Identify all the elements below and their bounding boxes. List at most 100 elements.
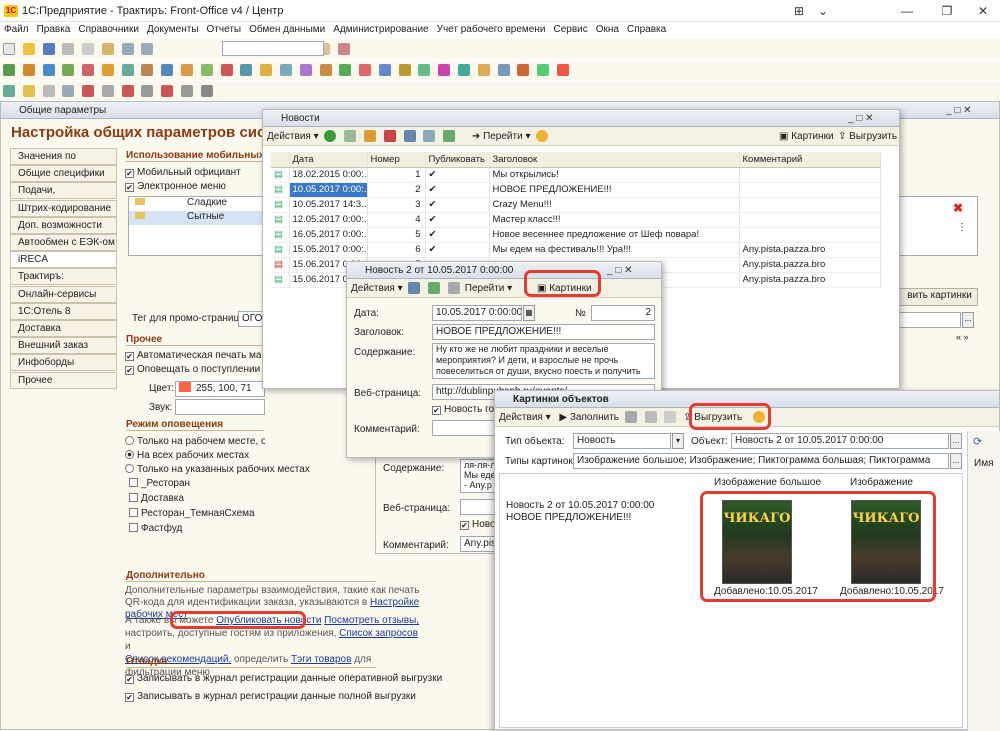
radio-only-this[interactable]: Только на рабочем месте, осущ [125,436,265,447]
tab-item[interactable]: Прочее [10,371,117,389]
pics-fill-button[interactable]: ▶ Заполнить [559,412,619,423]
workplace-checkbox[interactable]: Фастфуд [129,523,182,534]
col-date[interactable]: Дата [289,152,368,168]
tool-icon[interactable] [121,85,134,97]
grid-icon[interactable]: ⊞ [788,2,810,20]
tool-icon[interactable] [181,85,194,97]
workplace-checkbox[interactable]: _Ресторан [129,478,190,489]
tool-icon[interactable] [398,64,411,76]
groups-list[interactable]: Сладкие Сытные [128,196,263,256]
tool-icon[interactable] [200,85,213,97]
tool-icon[interactable] [22,85,35,97]
picture-kinds-dots-button[interactable]: ... [950,453,962,469]
tab-item[interactable]: Трактиръ: Аналитика [10,268,117,297]
pics-actions-menu[interactable]: Действия ▾ [499,412,551,423]
col-publish[interactable]: Публиковать [425,152,490,168]
filter-clear-icon[interactable] [423,130,436,142]
maximize-button[interactable]: ❐ [936,2,958,20]
tab-item[interactable]: Онлайн-сервисы [10,285,117,303]
open-folder-icon[interactable] [22,43,35,55]
menu-item[interactable]: Учет рабочего времени [433,22,550,37]
toolbar-search-input[interactable] [222,41,324,56]
tab-item[interactable]: Инфоборды [10,354,117,372]
tool-icon[interactable] [378,64,391,76]
tab-item[interactable]: Автообмен с ЕЭК-ом [10,234,117,251]
col-comment[interactable]: Комментарий [739,152,881,168]
tab-item[interactable]: Внешний заказ [10,337,117,355]
copy-icon[interactable] [82,43,95,55]
tab-item[interactable]: Подачи, подтверждения [10,182,117,211]
auto-print-checkbox[interactable]: ✔ Автоматическая печать марок [125,350,277,361]
object-input[interactable]: Новость 2 от 10.05.2017 0:00:00 [731,433,949,449]
table-row[interactable]: ▤ 10.05.2017 14:3... 3 ✔ Crazy Menu!!! [271,197,881,213]
sound-input[interactable] [175,399,265,415]
image-icon[interactable] [644,411,657,423]
menu-item[interactable]: Сервис [549,22,591,37]
tool-icon[interactable] [3,85,15,97]
window-controls[interactable]: _ □ ✕ [946,102,972,119]
add-pictures-button[interactable]: вить картинки [898,288,978,306]
menu-item[interactable]: Правка [33,22,75,37]
tool-icon[interactable] [82,85,95,97]
help-icon[interactable] [536,130,549,142]
refresh-icon[interactable]: ⟳ [973,435,982,448]
edit-icon[interactable] [363,130,376,142]
tool-icon[interactable] [42,85,55,97]
tool-icon[interactable] [101,85,114,97]
filter-icon[interactable] [403,130,416,142]
tool-icon[interactable] [62,64,75,76]
tool-icon[interactable] [101,64,114,76]
menu-item[interactable]: Справка [623,22,670,37]
menu-item[interactable]: Отчеты [203,22,246,37]
publish-checkbox[interactable]: ✔Новость гото [432,404,497,415]
menu-item[interactable]: Справочники [74,22,143,37]
cut-icon[interactable] [62,43,75,55]
tool-icon[interactable] [141,85,154,97]
tool-icon[interactable] [3,64,15,76]
log-operational-checkbox[interactable]: ✔ Записывать в журнал регистрации данные … [125,673,442,684]
notify-orders-checkbox[interactable]: ✔Оповещать о поступлении зака [125,364,263,375]
tool-icon[interactable] [438,64,451,76]
tool-icon[interactable] [240,64,253,76]
object-type-select[interactable]: Новость [573,433,671,449]
menu-item[interactable]: Файл [0,22,33,37]
list-item[interactable]: Сладкие [129,197,262,211]
news-doc-controls[interactable]: _ □ ✕ [607,262,633,279]
news-upload-button[interactable]: ⇪ Выгрузить [838,127,897,146]
save-icon[interactable] [428,282,441,294]
tool-icon[interactable] [42,64,55,76]
tool-icon[interactable] [161,85,174,97]
tool-icon[interactable] [62,85,75,97]
tool-icon[interactable] [121,64,134,76]
tool-icon[interactable] [418,64,431,76]
tool-icon[interactable] [497,64,510,76]
number-input[interactable]: 2 [591,305,655,321]
right-field[interactable] [898,312,961,328]
tool-icon[interactable] [517,64,530,76]
paste-icon[interactable] [101,43,114,55]
menu-item[interactable]: Окна [592,22,623,37]
radio-specified[interactable]: Только на указанных рабочих местах [125,464,310,475]
news-actions-menu[interactable]: Действия ▾ [267,131,319,142]
table-row[interactable]: ▤ 15.05.2017 0:00:... 6 ✔ Мы едем на фестива… [271,242,881,258]
delete-mark-icon[interactable] [383,130,396,142]
tab-item[interactable]: iRECA [10,251,117,269]
col-number[interactable]: Номер [367,152,426,168]
add-icon[interactable] [324,130,337,142]
publish-checkbox-2[interactable]: ✔ Ново [460,519,496,530]
tool-icon[interactable] [299,64,312,76]
refresh-icon[interactable] [443,130,456,142]
workplace-checkbox[interactable]: Ресторан_ТемнаяСхема [129,508,255,519]
tab-item[interactable]: Доп. возможности [10,216,117,234]
workplace-checkbox[interactable]: Доставка [129,493,184,504]
tool-icon[interactable] [181,64,194,76]
tool-icon[interactable] [556,64,569,76]
calendar-icon[interactable] [337,43,350,55]
post-icon[interactable] [408,282,421,294]
news-window-controls[interactable]: _ □ ✕ [848,110,874,127]
right-field-dots[interactable]: ... [962,312,974,328]
doc-goto-menu[interactable]: Перейти ▾ [465,283,512,294]
date-input[interactable]: 10.05.2017 0:00:00 [432,305,522,321]
chevron-down-icon[interactable]: ⌄ [812,2,834,20]
table-row[interactable]: ▤ 10.05.2017 0:00:... 2 ✔ НОВОЕ ПРЕДЛОЖЕНИЕ!… [271,182,881,198]
